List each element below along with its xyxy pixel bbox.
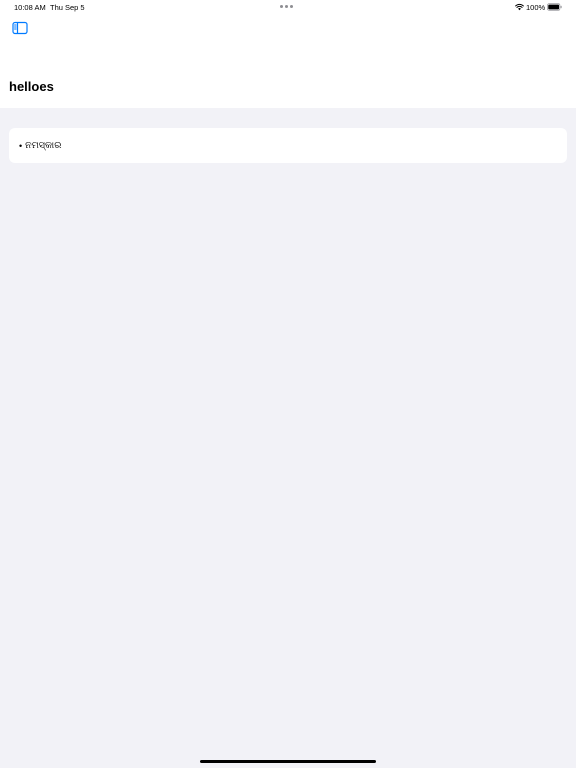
- bullet: •: [19, 140, 23, 151]
- status-time: 10:08 AM: [14, 3, 46, 12]
- sidebar-toggle-icon[interactable]: [12, 21, 28, 35]
- status-date: Thu Sep 5: [50, 3, 85, 12]
- app-screen: 10:08 AM Thu Sep 5 100% helloes • ନମସ୍କା…: [0, 0, 576, 768]
- home-indicator[interactable]: [200, 760, 376, 763]
- battery-percentage: 100%: [526, 3, 546, 12]
- battery-icon: [547, 3, 562, 11]
- status-bar: 10:08 AM Thu Sep 5 100%: [0, 0, 576, 14]
- list-item[interactable]: • ନମସ୍କାର: [19, 140, 61, 151]
- list-card: • ନମସ୍କାର: [9, 128, 567, 163]
- list-item-text: ନମସ୍କାର: [25, 140, 62, 151]
- wifi-icon: [515, 3, 524, 11]
- multitasking-dots-icon[interactable]: [280, 5, 293, 8]
- page-title: helloes: [9, 79, 54, 94]
- navigation-area: 10:08 AM Thu Sep 5 100% helloes: [0, 0, 576, 108]
